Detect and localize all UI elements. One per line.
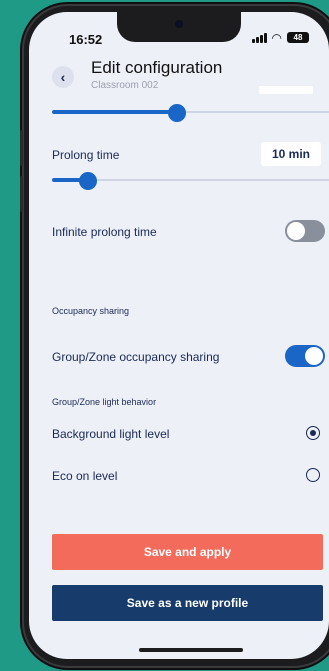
volume-down-button — [20, 176, 23, 212]
page-title: Edit configuration — [91, 58, 223, 77]
light-behavior-heading: Group/Zone light behavior — [52, 397, 157, 407]
prolong-time-value[interactable]: 10 min — [261, 142, 321, 166]
notch — [117, 12, 241, 42]
option-background-light-label: Background light level — [52, 427, 170, 441]
toggle-knob — [305, 347, 323, 365]
save-and-apply-button[interactable]: Save and apply — [52, 534, 323, 570]
toggle-knob — [287, 222, 305, 240]
prolong-time-slider[interactable] — [52, 172, 329, 190]
back-button[interactable]: ‹ — [52, 66, 74, 88]
signal-icon — [251, 32, 267, 43]
option-background-light-radio[interactable] — [306, 426, 320, 440]
group-sharing-label: Group/Zone occupancy sharing — [52, 350, 220, 364]
slider-thumb[interactable] — [79, 172, 97, 190]
camera-icon — [175, 20, 183, 28]
infinite-prolong-toggle[interactable] — [285, 220, 325, 242]
slider-fill — [52, 110, 177, 114]
slider-thumb[interactable] — [167, 104, 186, 122]
infinite-prolong-label: Infinite prolong time — [52, 225, 157, 239]
battery-icon: 48 — [287, 32, 309, 43]
level-slider[interactable] — [52, 104, 329, 122]
status-icons: ◠ 48 — [251, 30, 309, 45]
volume-up-button — [20, 130, 23, 166]
option-eco-on-label: Eco on level — [52, 469, 118, 483]
page-subtitle: Classroom 002 — [91, 80, 159, 91]
wifi-icon: ◠ — [271, 30, 282, 45]
header-value-chip — [259, 86, 313, 94]
app-screen: 16:52 ◠ 48 ‹ Edit configuration Classroo… — [29, 12, 329, 659]
prolong-time-label: Prolong time — [52, 148, 120, 162]
status-time: 16:52 — [69, 32, 103, 47]
save-as-new-profile-button[interactable]: Save as a new profile — [52, 585, 323, 621]
occupancy-section-heading: Occupancy sharing — [52, 306, 130, 316]
group-sharing-toggle[interactable] — [285, 345, 325, 367]
option-eco-on-radio[interactable] — [306, 468, 320, 482]
home-indicator — [139, 648, 243, 652]
